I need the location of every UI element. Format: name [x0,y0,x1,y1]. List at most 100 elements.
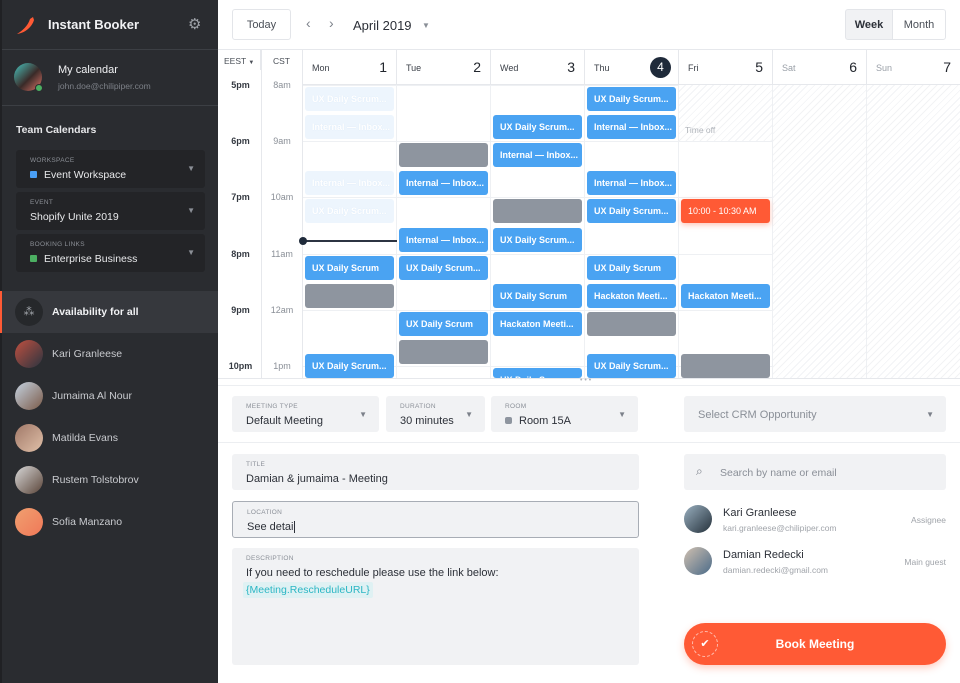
calendar-event[interactable]: UX Daily Scrum... [305,199,394,224]
busy-block[interactable] [587,311,676,336]
calendar-event[interactable]: Internal — Inbox... [493,143,582,168]
room-select[interactable]: ROOM Room 15A ▼ [491,396,638,432]
calendar-event[interactable]: UX Daily Scrum [587,255,676,280]
caret-down-icon: ▼ [248,60,255,66]
selected-slot[interactable]: 10:00 - 10:30 AM [681,199,770,224]
sidebar-item-person[interactable]: Jumaima Al Nour [2,375,218,417]
avatar [15,382,43,410]
calendar-event[interactable]: Hackaton Meeti... [681,283,770,308]
busy-block[interactable] [681,353,770,378]
attendee-row[interactable]: Damian Redecki damian.redecki@gmail.com … [684,547,946,583]
divider [2,105,218,106]
avatar [15,466,43,494]
calendar-event[interactable]: Internal — Inbox... [587,115,676,140]
hour-label-primary: 10pm [228,361,253,371]
today-button[interactable]: Today [232,9,291,40]
day-header[interactable]: Wed 3 [491,50,585,85]
day-date: 6 [849,59,857,75]
workspace-select[interactable]: WORKSPACE Event Workspace ▼ [16,150,205,188]
sidebar: Instant Booker ⚙ My calendar john.doe@ch… [0,0,218,683]
event-value: Shopify Unite 2019 [30,211,119,223]
calendar-event[interactable]: UX Daily Scrum... [587,199,676,224]
day-name: Sun [876,63,893,73]
calendar-event[interactable]: UX Daily Scrum... [399,255,488,280]
hour-label-primary: 5pm [231,80,250,90]
calendar-event[interactable]: Internal — Inbox... [305,171,394,196]
calendar-event[interactable]: Internal — Inbox... [399,171,488,196]
title-field[interactable]: TITLE Damian & jumaima - Meeting [232,454,639,490]
room-value: Room 15A [519,415,571,427]
description-field[interactable]: DESCRIPTION If you need to reschedule pl… [232,548,639,665]
search-icon: ⌕ [696,464,703,478]
calendar-event[interactable]: UX Daily Scrum... [305,87,394,111]
day-header[interactable]: Thu 4 [585,50,679,85]
busy-block[interactable] [399,339,488,364]
event-select[interactable]: EVENT Shopify Unite 2019 ▼ [16,192,205,230]
divider [261,50,262,378]
calendar-event[interactable]: UX Daily Scrum [493,283,582,308]
attendee-name: Damian Redecki [723,549,804,561]
hour-label-secondary: 9am [273,136,291,147]
day-column[interactable] [867,85,960,378]
week-view-button[interactable]: Week [845,9,893,40]
calendar-event[interactable]: UX Daily Scrum [399,311,488,336]
busy-block[interactable] [305,283,394,308]
day-column[interactable] [773,85,867,378]
sidebar-item-person[interactable]: Kari Granleese [2,333,218,375]
busy-block[interactable] [399,143,488,168]
day-header[interactable]: Sun 7 [867,50,960,85]
booking-links-value: Enterprise Business [44,253,138,265]
day-header[interactable]: Sat 6 [773,50,867,85]
calendar-event[interactable]: UX Daily Scrum [305,255,394,280]
calendar-event[interactable]: Hackaton Meeti... [587,283,676,308]
duration-value: 30 minutes [400,415,454,427]
day-header[interactable]: Mon 1 [303,50,397,85]
gear-icon[interactable]: ⚙ [188,15,201,33]
attendee-search-input[interactable]: ⌕ Search by name or email [684,454,946,490]
busy-block[interactable] [493,199,582,224]
description-label: DESCRIPTION [246,555,294,562]
primary-timezone-select[interactable]: EEST ▼ [220,50,261,70]
day-date: 4 [650,57,671,78]
sidebar-item-person[interactable]: Rustem Tolstobrov [2,459,218,501]
day-name: Thu [594,63,610,73]
month-label[interactable]: April 2019 [353,18,412,33]
calendar-event[interactable]: UX Daily Scrum... [587,353,676,378]
crm-opportunity-select[interactable]: Select CRM Opportunity ▼ [684,396,946,432]
duration-select[interactable]: DURATION 30 minutes ▼ [386,396,485,432]
reschedule-url-token[interactable]: {Meeting.RescheduleURL} [243,582,373,598]
book-meeting-button[interactable]: ✔ Book Meeting [684,623,946,665]
sidebar-item-availability-for-all[interactable]: ⁂ Availability for all [0,291,218,333]
calendar-event[interactable]: UX Daily Scrum [493,368,582,378]
room-color-icon [505,417,512,424]
month-view-button[interactable]: Month [892,9,946,40]
time-off-block: Time off [679,85,772,142]
chili-logo-icon [17,17,34,34]
resize-handle-icon[interactable]: • • • [580,377,591,384]
my-calendar-label[interactable]: My calendar [58,64,118,76]
meeting-type-select[interactable]: MEETING TYPE Default Meeting ▼ [232,396,379,432]
calendar-event[interactable]: UX Daily Scrum... [587,87,676,111]
person-name: Matilda Evans [52,432,118,444]
calendar-event[interactable]: UX Daily Scrum... [305,353,394,378]
calendar-event[interactable]: Hackaton Meeti... [493,311,582,336]
calendar-event[interactable]: Internal — Inbox... [305,115,394,140]
booking-links-select[interactable]: BOOKING LINKS Enterprise Business ▼ [16,234,205,272]
avatar [15,340,43,368]
calendar-event[interactable]: Internal — Inbox... [587,171,676,196]
attendee-row[interactable]: Kari Granleese kari.granleese@chilipiper… [684,505,946,541]
location-field[interactable]: LOCATION See detai [232,501,639,538]
calendar-event[interactable]: UX Daily Scrum... [493,227,582,252]
workspace-label: WORKSPACE [30,157,75,164]
calendar-event[interactable]: UX Daily Scrum... [493,115,582,140]
calendar-event[interactable]: Internal — Inbox... [399,227,488,252]
sidebar-item-person[interactable]: Sofia Manzano [2,501,218,543]
day-header[interactable]: Tue 2 [397,50,491,85]
caret-down-icon[interactable]: ▼ [422,21,430,30]
sidebar-item-person[interactable]: Matilda Evans [2,417,218,459]
prev-week-icon[interactable]: ‹ [306,15,311,31]
secondary-timezone-label: CST [261,50,303,70]
attendee-email: kari.granleese@chilipiper.com [723,523,837,533]
next-week-icon[interactable]: › [329,15,334,31]
day-header[interactable]: Fri 5 [679,50,773,85]
